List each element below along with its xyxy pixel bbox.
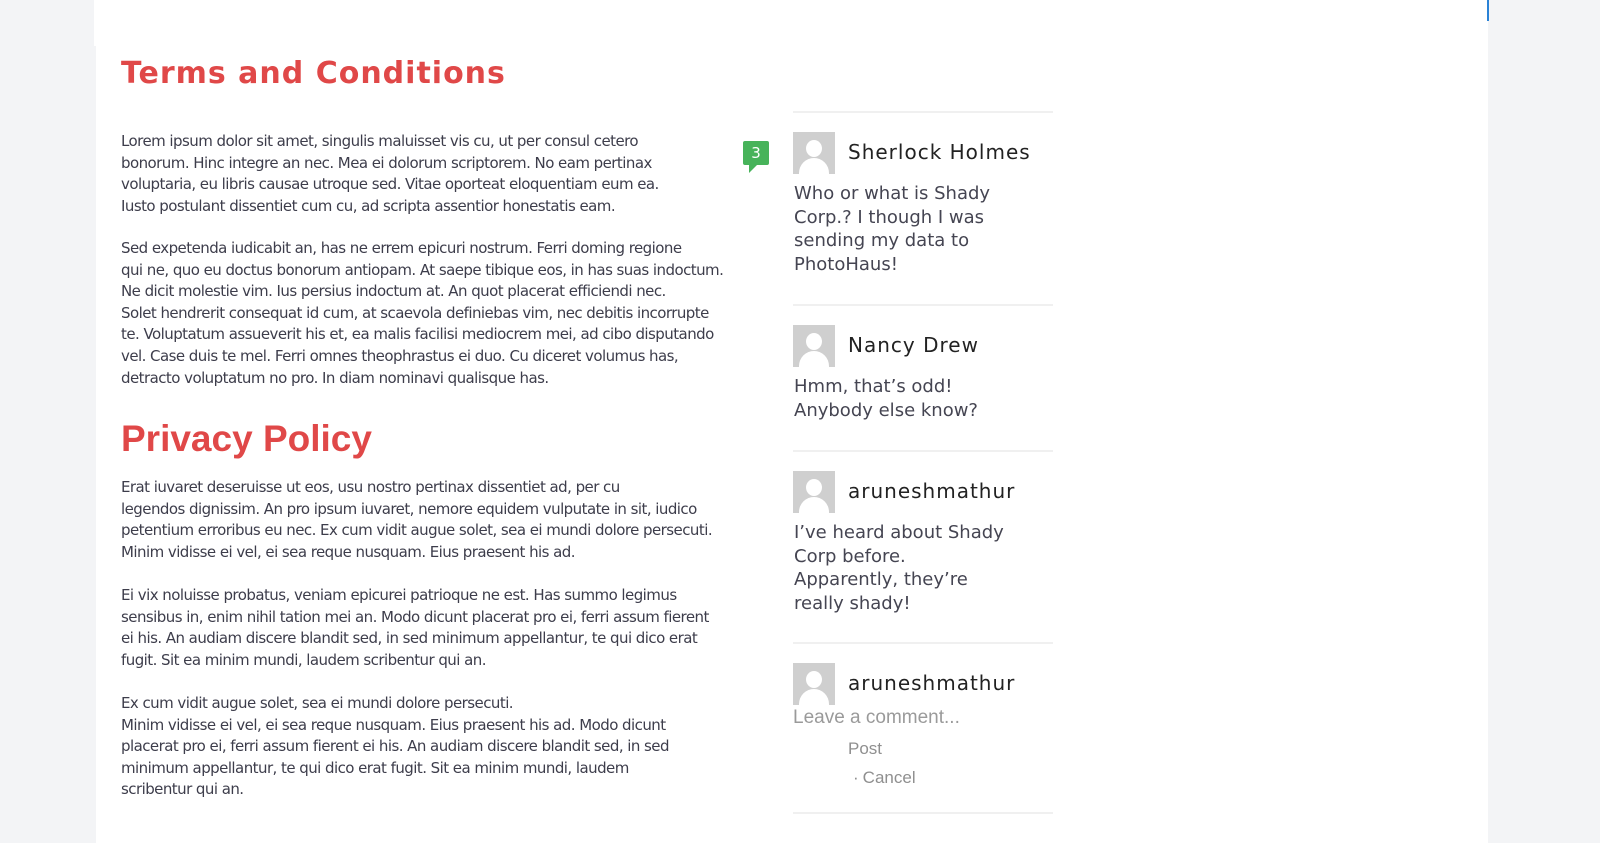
comment-text: Hmm, that’s odd! Anybody else know? <box>794 376 978 421</box>
avatar-icon <box>793 325 835 367</box>
privacy-paragraph-1: Erat iuvaret deseruisse ut eos, usu nost… <box>121 478 713 561</box>
cancel-row: · Cancel <box>853 768 916 788</box>
comment-text: Who or what is Shady Corp.? I though I w… <box>794 183 991 275</box>
avatar-icon <box>793 471 835 513</box>
comment-input[interactable] <box>793 706 1023 730</box>
terms-paragraph-1: Lorem ipsum dolor sit amet, singulis mal… <box>121 132 659 215</box>
avatar-icon <box>793 132 835 174</box>
comment-author: Nancy Drew <box>848 333 979 357</box>
privacy-paragraph-3: Ex cum vidit augue solet, sea ei mundi d… <box>121 694 670 799</box>
terms-title: Terms and Conditions <box>121 56 506 91</box>
comment-divider <box>793 642 1053 644</box>
comment-author: Sherlock Holmes <box>848 140 1031 164</box>
composer-author: aruneshmathur <box>848 671 1016 695</box>
terms-paragraph-2: Sed expetenda iudicabit an, has ne errem… <box>121 239 724 387</box>
comment-text: I’ve heard about Shady Corp before. Appa… <box>794 522 1004 614</box>
top-bar <box>94 0 1488 46</box>
comment-divider <box>793 111 1053 113</box>
comment-divider <box>793 304 1053 306</box>
post-button[interactable]: Post <box>848 739 882 759</box>
comment-author: aruneshmathur <box>848 479 1016 503</box>
comment-divider <box>793 812 1053 814</box>
scroll-indicator <box>1487 0 1489 21</box>
comment-divider <box>793 450 1053 452</box>
separator-dot: · <box>853 768 859 787</box>
privacy-paragraph-2: Ei vix noluisse probatus, veniam epicure… <box>121 586 709 669</box>
privacy-title: Privacy Policy <box>121 418 372 459</box>
cancel-button[interactable]: Cancel <box>863 768 916 788</box>
avatar-icon <box>793 663 835 705</box>
comment-count-badge[interactable]: 3 <box>743 141 769 165</box>
comment-count-badge-tail <box>749 164 758 173</box>
